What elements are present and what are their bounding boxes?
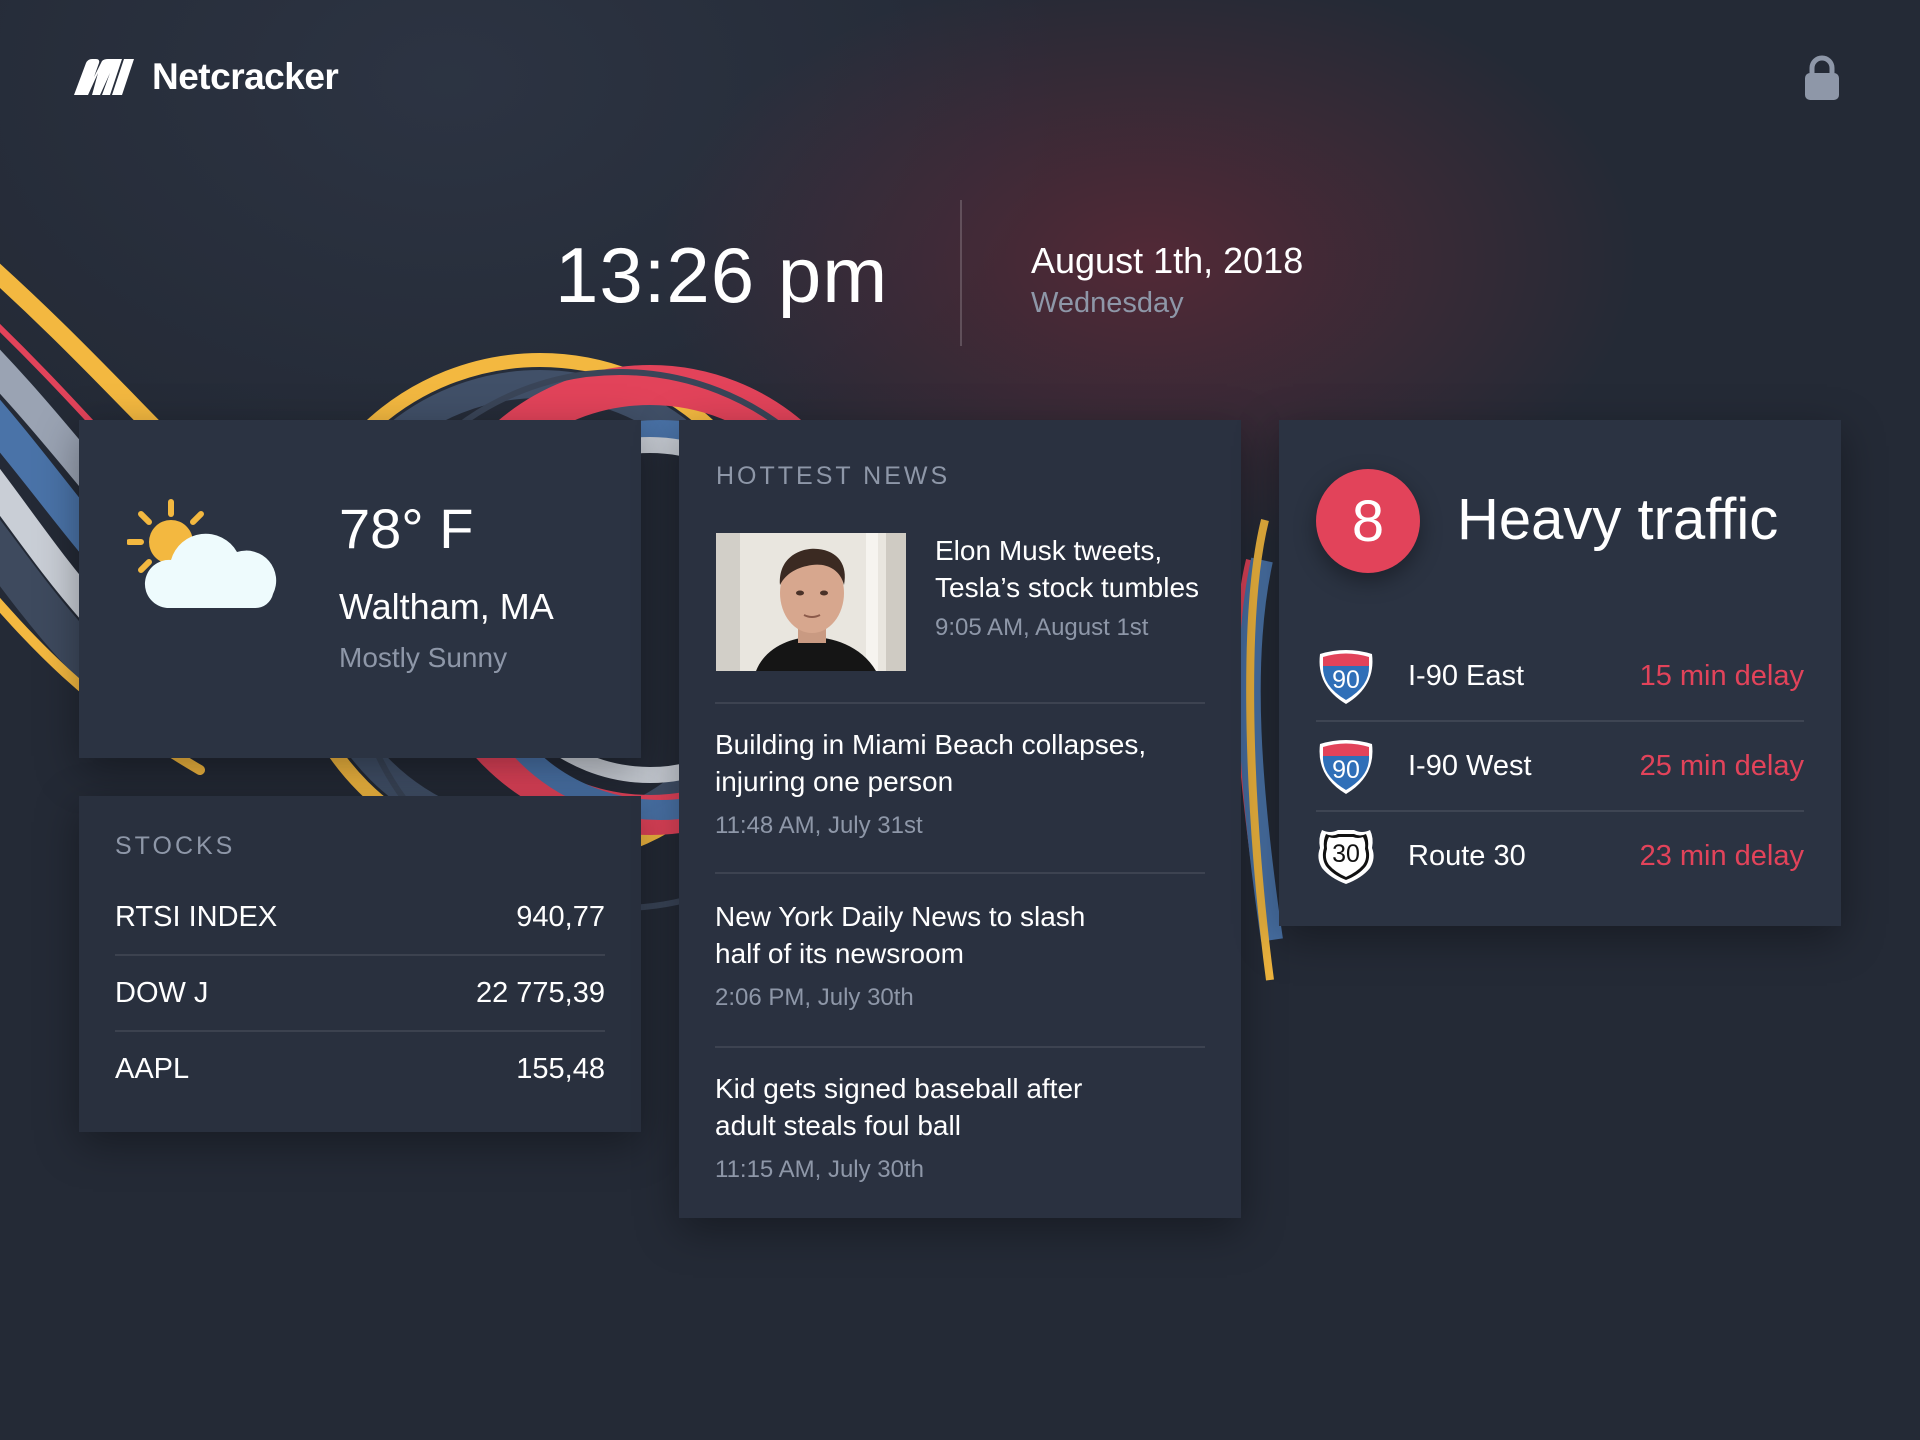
lock-button[interactable] [1802,54,1842,102]
news-headline: Building in Miami Beach collapses, injur… [715,729,1147,797]
news-item[interactable]: Kid gets signed baseball after adult ste… [715,1070,1115,1184]
traffic-status: Heavy traffic [1457,487,1779,552]
traffic-route-row[interactable]: 90 I-90 East 15 min delay [1316,632,1804,722]
weather-card[interactable]: 78° F Waltham, MA Mostly Sunny [79,420,641,758]
stock-value: 22 775,39 [475,976,605,1009]
news-time: 9:05 AM, August 1st [935,614,1149,641]
lock-icon [1805,55,1839,100]
current-time: 13:26 pm [555,231,889,319]
interstate-shield-icon: 90 [1316,646,1376,706]
news-item[interactable]: Elon Musk tweets, Tesla’s stock tumbles … [935,532,1215,642]
news-title: HOTTEST NEWS [716,462,951,490]
weather-location: Waltham, MA [339,586,554,627]
stock-symbol: DOW J [115,976,209,1009]
news-item[interactable]: Building in Miami Beach collapses, injur… [715,726,1205,840]
news-headline: Kid gets signed baseball after adult ste… [715,1073,1083,1141]
traffic-route-row[interactable]: 90 I-90 West 25 min delay [1316,722,1804,812]
brand-name: Netcracker [152,56,339,97]
news-time: 2:06 PM, July 30th [715,984,914,1011]
shield-number: 90 [1332,756,1360,784]
stocks-title: STOCKS [115,832,236,860]
current-date: August 1th, 2018 [1031,240,1304,281]
shield-number: 30 [1332,840,1360,868]
news-divider [715,872,1205,874]
partly-sunny-icon [127,499,277,609]
news-headline: New York Daily News to slash half of its… [715,901,1086,969]
news-time: 11:15 AM, July 30th [715,1156,925,1183]
route-delay: 15 min delay [1639,659,1804,692]
stock-symbol: RTSI INDEX [115,900,278,933]
current-weekday: Wednesday [1031,287,1184,319]
brand-logo: Netcracker [72,52,339,102]
weather-temperature: 78° F [339,497,474,560]
us-route-shield-icon: 30 [1316,826,1376,886]
weather-condition: Mostly Sunny [339,642,508,673]
traffic-level-badge: 8 [1316,469,1420,573]
route-name: I-90 East [1408,659,1525,692]
shield-number: 90 [1332,666,1360,694]
stocks-card[interactable]: STOCKS RTSI INDEX 940,77 DOW J 22 775,39… [79,796,641,1132]
news-item[interactable]: New York Daily News to slash half of its… [715,898,1115,1012]
stock-value: 940,77 [516,900,605,933]
traffic-route-row[interactable]: 30 Route 30 23 min delay [1316,812,1804,900]
stock-row[interactable]: AAPL 155,48 [115,1032,605,1106]
stock-row[interactable]: DOW J 22 775,39 [115,956,605,1032]
news-photo-thumbnail[interactable] [716,533,906,671]
netcracker-logo-icon [74,59,134,95]
news-time: 11:48 AM, July 31st [715,812,923,839]
route-delay: 23 min delay [1639,839,1804,872]
news-card[interactable]: HOTTEST NEWS Elon Musk tweets, Tesla’s s… [679,420,1241,1218]
news-divider [715,702,1205,704]
stock-symbol: AAPL [115,1052,190,1085]
route-name: I-90 West [1408,749,1532,782]
traffic-card[interactable]: 8 Heavy traffic 90 I-90 East 15 min dela… [1279,420,1841,926]
news-divider [715,1046,1205,1048]
news-headline: Elon Musk tweets, Tesla’s stock tumbles [935,535,1200,603]
stock-value: 155,48 [516,1052,605,1085]
interstate-shield-icon: 90 [1316,736,1376,796]
route-delay: 25 min delay [1639,749,1804,782]
stock-row[interactable]: RTSI INDEX 940,77 [115,880,605,956]
clock-divider [960,200,962,346]
route-name: Route 30 [1408,839,1526,872]
